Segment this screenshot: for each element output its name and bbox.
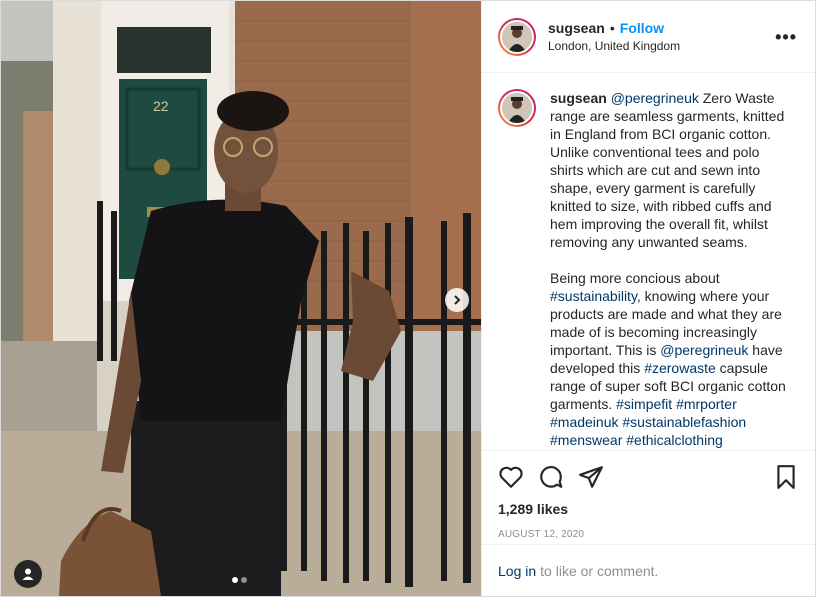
hashtag-link[interactable]: #simpefit (616, 396, 672, 412)
comment-icon[interactable] (538, 464, 564, 490)
caption-paragraph-1: Zero Waste range are seamless garments, … (550, 90, 785, 250)
caption-avatar[interactable] (498, 89, 536, 127)
caption-area[interactable]: sugsean @peregrineuk Zero Waste range ar… (482, 73, 815, 450)
post-modal: 22 sugsean • Follow London, United Kingd… (0, 0, 816, 597)
user-tag-icon (22, 568, 34, 580)
login-prompt-text: to like or comment. (540, 562, 659, 579)
avatar-image (502, 93, 532, 123)
photo-scene: 22 (1, 1, 481, 596)
chevron-right-icon (454, 295, 461, 305)
post-header: sugsean • Follow London, United Kingdom … (482, 1, 815, 73)
post-date[interactable]: AUGUST 12, 2020 (498, 529, 799, 540)
avatar[interactable] (498, 17, 536, 56)
post-photo[interactable]: 22 (1, 1, 481, 596)
hashtag-link[interactable]: #sustainability (550, 288, 637, 304)
login-prompt: Log in to like or comment. (482, 544, 815, 596)
hashtag-link[interactable]: #sustainablefashion (622, 414, 746, 430)
caption-text: sugsean @peregrineuk Zero Waste range ar… (550, 89, 790, 449)
separator: • (609, 20, 615, 36)
bookmark-icon[interactable] (773, 464, 799, 490)
post-side-panel: sugsean • Follow London, United Kingdom … (481, 1, 815, 596)
heart-icon[interactable] (498, 464, 524, 490)
more-options-icon[interactable]: ••• (775, 27, 797, 48)
follow-button[interactable]: Follow (620, 20, 664, 36)
hashtag-link[interactable]: #mrporter (676, 396, 737, 412)
login-link[interactable]: Log in (498, 563, 536, 579)
door-number: 22 (153, 98, 169, 114)
location-link[interactable]: London, United Kingdom (548, 39, 680, 53)
carousel-indicator (232, 577, 247, 583)
paper-plane-icon[interactable] (578, 464, 604, 490)
carousel-dot (241, 577, 247, 583)
mention-link[interactable]: @peregrineuk (611, 90, 699, 106)
tagged-users-button[interactable] (14, 560, 42, 588)
hashtag-link[interactable]: #madeinuk (550, 414, 619, 430)
mention-link[interactable]: @peregrineuk (660, 342, 748, 358)
post-actions: 1,289 likes AUGUST 12, 2020 (482, 450, 815, 544)
likes-count[interactable]: 1,289 likes (498, 501, 799, 517)
hashtag-link[interactable]: #ethicalclothing (626, 432, 723, 448)
username[interactable]: sugsean (548, 20, 605, 36)
caption-text-segment: Being more concious about (550, 270, 720, 286)
next-photo-button[interactable] (445, 288, 469, 312)
caption-username[interactable]: sugsean (550, 90, 607, 106)
hashtag-link[interactable]: #zerowaste (644, 360, 716, 376)
carousel-dot-active (232, 577, 238, 583)
hashtag-link[interactable]: #menswear (550, 432, 622, 448)
avatar-image (502, 21, 532, 52)
caption: sugsean @peregrineuk Zero Waste range ar… (498, 89, 799, 449)
